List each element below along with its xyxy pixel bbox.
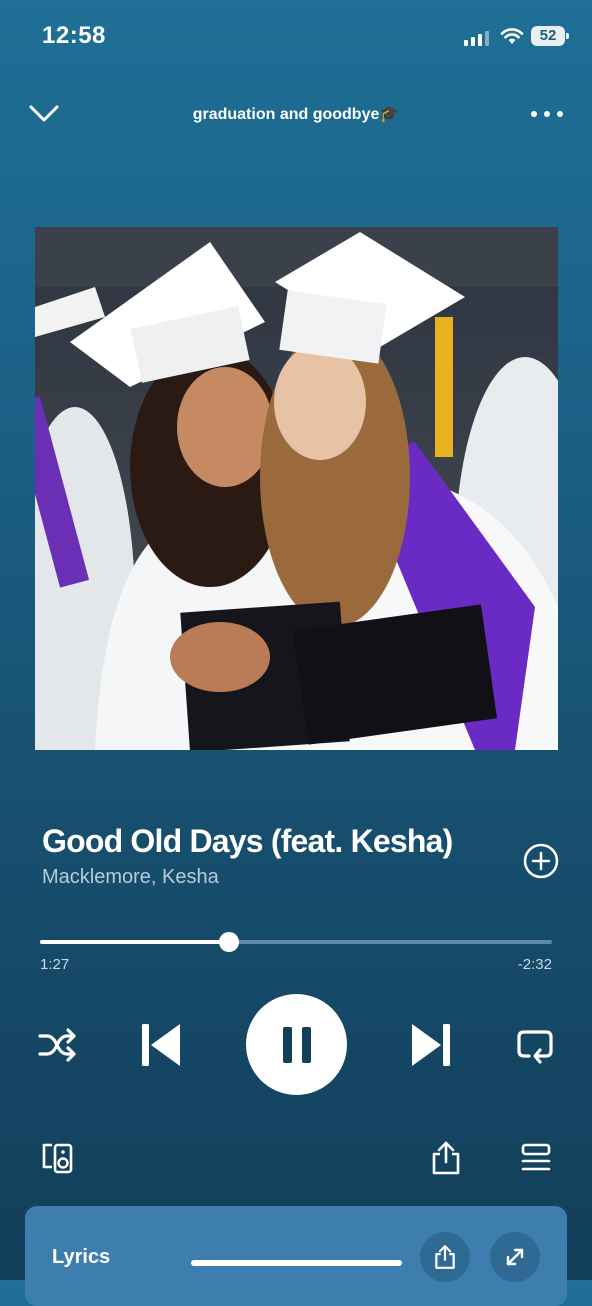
chevron-down-icon[interactable]	[28, 100, 60, 128]
playlist-title: graduation and goodbye🎓	[192, 106, 400, 123]
queue-icon[interactable]	[518, 1140, 554, 1176]
track-title: Good Old Days (feat. Kesha)	[42, 823, 453, 859]
shuffle-icon[interactable]	[36, 1024, 78, 1066]
lyrics-drag-handle[interactable]	[191, 1260, 402, 1266]
wifi-icon	[500, 28, 524, 44]
progress-knob[interactable]	[219, 932, 240, 952]
skip-previous-icon[interactable]	[136, 1020, 186, 1070]
repeat-icon[interactable]	[514, 1024, 556, 1066]
battery-indicator: 52	[531, 26, 569, 46]
progress-fill	[40, 940, 230, 944]
lyrics-label: Lyrics	[52, 1246, 111, 1268]
elapsed-time: 1:27	[40, 956, 70, 973]
remaining-time: -2:32	[517, 956, 552, 973]
lyrics-share-button[interactable]	[420, 1232, 470, 1282]
pause-icon	[282, 1026, 311, 1063]
status-time: 12:58	[42, 22, 106, 49]
skip-next-icon[interactable]	[406, 1020, 456, 1070]
expand-icon	[506, 1248, 524, 1266]
progress-bar[interactable]	[40, 932, 552, 952]
more-horizontal-icon[interactable]	[530, 110, 564, 118]
pause-button[interactable]	[246, 994, 347, 1095]
album-artwork	[35, 227, 558, 750]
share-icon	[435, 1245, 455, 1269]
add-circle-icon[interactable]	[523, 843, 559, 879]
track-artists[interactable]: Macklemore, Kesha	[42, 866, 219, 889]
lyrics-expand-button[interactable]	[490, 1232, 540, 1282]
connect-device-icon[interactable]	[40, 1140, 76, 1176]
share-icon[interactable]	[428, 1140, 464, 1176]
cellular-signal-icon	[464, 30, 490, 46]
